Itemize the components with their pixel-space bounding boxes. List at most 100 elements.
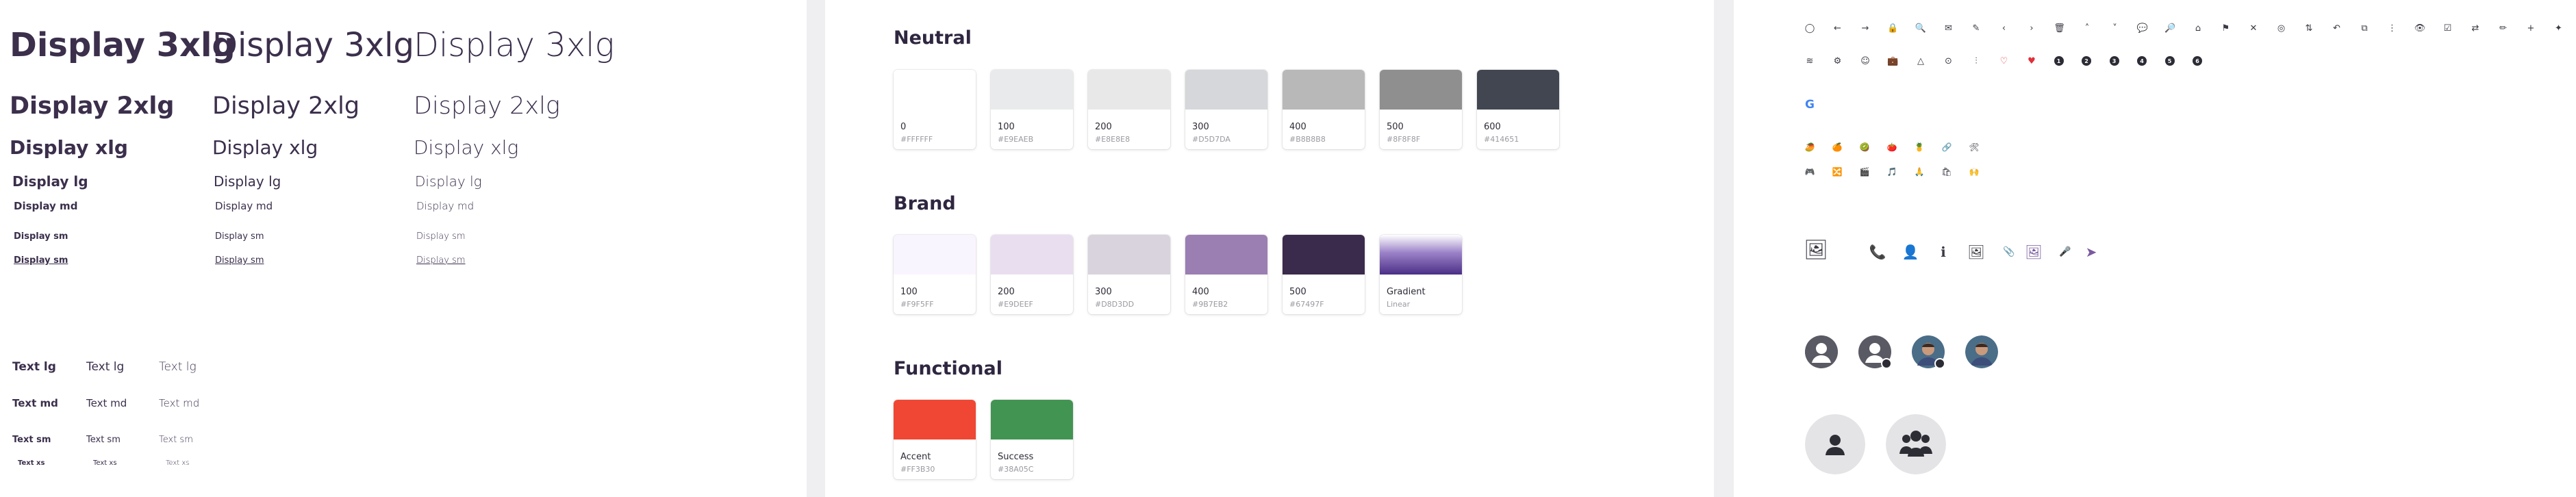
heart-filled-icon[interactable]: ♥ [2024, 53, 2039, 68]
layers-icon[interactable]: ≋ [1802, 53, 1817, 68]
display-sm-link-bold[interactable]: Display sm [14, 256, 68, 265]
swatch-hex: #B8B8B8 [1289, 135, 1326, 144]
location-icon[interactable]: ⊙ [1941, 53, 1956, 68]
neutral-swatch-600[interactable]: 600 #414651 [1477, 70, 1559, 149]
avatar-group-large[interactable] [1886, 414, 1946, 474]
eye-icon[interactable]: 👁 [2412, 21, 2427, 36]
chevron-left-icon[interactable]: ‹ [1997, 21, 2012, 36]
mic-icon[interactable]: 🎤 [2056, 242, 2075, 262]
avatar-placeholder[interactable] [1805, 335, 1838, 368]
attach-icon[interactable]: 📎 [1999, 242, 2019, 262]
brand-swatch-500[interactable]: 500 #67497F [1283, 235, 1365, 314]
text-lg-regular: Text lg [86, 360, 125, 374]
info-icon[interactable]: ℹ [1934, 242, 1953, 262]
undo-icon[interactable]: ↶ [2329, 21, 2345, 36]
brand-swatch-100[interactable]: 100 #F9F5FF [894, 235, 976, 314]
emoji-icon: 🥝 [1859, 142, 1870, 152]
circle-icon[interactable]: ◯ [1802, 21, 1817, 36]
number-badge-4: 4 [2137, 56, 2147, 66]
shape-icon[interactable]: △ [1913, 53, 1928, 68]
display-3xlg-light: Display 3xlg [414, 26, 615, 64]
display-sm-link-light[interactable]: Display sm [416, 256, 466, 265]
avatar-photo[interactable] [1965, 335, 1998, 368]
swap-icon[interactable]: ⇄ [2468, 21, 2483, 36]
avatar-photo-status[interactable] [1912, 335, 1945, 369]
phone-icon[interactable]: 📞 [1868, 242, 1887, 262]
display-md-bold: Display md [14, 200, 78, 212]
plus-icon[interactable]: + [2523, 21, 2538, 36]
display-sm-link-regular[interactable]: Display sm [215, 256, 264, 265]
account-icon[interactable]: 👤 [1901, 242, 1920, 262]
functional-swatch-accent[interactable]: Accent #FF3B30 [894, 400, 976, 479]
chevron-down-icon[interactable]: ˅ [2108, 21, 2123, 36]
emoji-icon: 🛍 [1941, 167, 1952, 177]
avatar-single-large[interactable] [1805, 414, 1865, 474]
neutral-swatch-100[interactable]: 100 #E9EAEB [991, 70, 1073, 149]
brand-swatch-400[interactable]: 400 #9B7EB2 [1185, 235, 1267, 314]
face-icon[interactable]: ☺ [1858, 53, 1873, 68]
chart-icon[interactable]: ⫶ [1969, 53, 1984, 68]
brand-swatch-gradient[interactable]: Gradient Linear [1380, 235, 1462, 314]
edit-icon[interactable]: ✎ [1969, 21, 1984, 36]
neutral-swatch-400[interactable]: 400 #B8B8B8 [1283, 70, 1365, 149]
chat-search-icon[interactable]: 🔎 [2163, 21, 2178, 36]
text-xs-regular: Text xs [93, 459, 117, 467]
icons-panel: ◯ ← → 🔒 🔍 ✉ ✎ ‹ › 🗑 ˄ ˅ 💬 🔎 ⌂ ⚑ ✕ ◎ ⇅ ↶ ⧉ ⋮ 👁 ☑ ⇄ ✏ + ✦ ≋ ⚙ ☺ 💼 △ ⊙ ⫶ ♡ ♥ 1… [1734, 0, 2576, 497]
functional-swatch-success[interactable]: Success #38A05C [991, 400, 1073, 479]
heart-outline-icon[interactable]: ♡ [1997, 53, 2012, 68]
search-icon[interactable]: 🔍 [1913, 21, 1928, 36]
lock-icon[interactable]: 🔒 [1886, 21, 1901, 36]
chat-icon[interactable]: 💬 [2135, 21, 2150, 36]
emoji-icon: 🎵 [1886, 167, 1897, 177]
chevron-right-icon[interactable]: › [2024, 21, 2039, 36]
arrow-left-icon[interactable]: ← [1830, 21, 1845, 36]
display-xlg-bold: Display xlg [10, 136, 128, 159]
image-filled-icon[interactable]: 🖼 [2024, 242, 2043, 262]
neutral-swatch-300[interactable]: 300 #D5D7DA [1185, 70, 1267, 149]
emoji-icon: 🛠 [1969, 142, 1980, 152]
brand-title: Brand [894, 193, 956, 214]
image-icon[interactable]: 🖼 [1967, 242, 1986, 262]
checkbox-icon[interactable]: ☑ [2440, 21, 2455, 36]
target-icon[interactable]: ◎ [2274, 21, 2289, 36]
swatch-hex: #414651 [1484, 135, 1519, 144]
sparkle-icon[interactable]: ✦ [2551, 21, 2566, 36]
copy-icon[interactable]: ⧉ [2357, 21, 2372, 36]
neutral-swatch-200[interactable]: 200 #E8E8E8 [1088, 70, 1170, 149]
send-icon[interactable]: ➤ [2082, 242, 2101, 262]
brand-swatch-300[interactable]: 300 #D8D3DD [1088, 235, 1170, 314]
swatch-color [1380, 235, 1462, 275]
emoji-icon: 🙌 [1969, 167, 1980, 177]
neutral-swatch-500[interactable]: 500 #8F8F8F [1380, 70, 1462, 149]
home-icon[interactable]: ⌂ [2190, 21, 2206, 36]
text-sm-light: Text sm [159, 435, 193, 445]
arrow-right-icon[interactable]: → [1858, 21, 1873, 36]
brand-swatch-200[interactable]: 200 #E9DEEF [991, 235, 1073, 314]
mail-icon[interactable]: ✉ [1941, 21, 1956, 36]
swatch-name: 400 [1192, 287, 1209, 297]
emoji-icon: 🍊 [1832, 142, 1843, 152]
add-photo-icon[interactable]: 🖼 [1802, 235, 1830, 263]
more-vertical-icon[interactable]: ⋮ [2385, 21, 2400, 36]
display-sm-bold: Display sm [14, 231, 68, 242]
number-badge-2: 2 [2082, 56, 2091, 66]
avatar-placeholder-status[interactable] [1858, 335, 1892, 369]
swatch-name: 200 [998, 287, 1015, 297]
functional-title: Functional [894, 358, 1002, 379]
swatch-hex: #E9EAEB [998, 135, 1034, 144]
flag-icon[interactable]: ⚑ [2219, 21, 2234, 36]
display-3xlg-regular: Display 3xlg [212, 26, 414, 64]
neutral-swatch-0[interactable]: 0 #FFFFFF [894, 70, 976, 149]
swatch-color [894, 235, 976, 275]
close-icon[interactable]: ✕ [2246, 21, 2261, 36]
pencil-icon[interactable]: ✏ [2496, 21, 2511, 36]
swatch-name: 0 [900, 122, 907, 132]
sliders-icon[interactable]: ⚙ [1830, 53, 1845, 68]
typography-panel: Display 3xlg Display 3xlg Display 3xlg D… [0, 0, 807, 497]
neutral-title: Neutral [894, 27, 972, 49]
sort-icon[interactable]: ⇅ [2301, 21, 2316, 36]
chevron-up-icon[interactable]: ˄ [2080, 21, 2095, 36]
display-md-regular: Display md [215, 200, 273, 212]
briefcase-icon[interactable]: 💼 [1886, 53, 1901, 68]
trash-icon[interactable]: 🗑 [2052, 21, 2067, 36]
